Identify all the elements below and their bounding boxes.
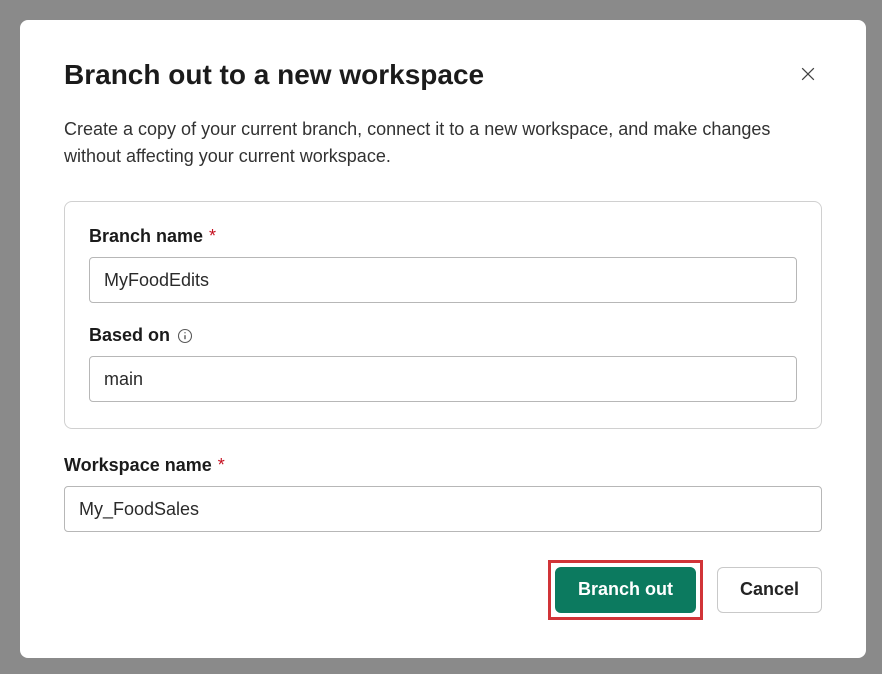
based-on-input[interactable] <box>89 356 797 402</box>
modal-description: Create a copy of your current branch, co… <box>64 116 822 172</box>
close-button[interactable] <box>794 60 822 91</box>
form-container: Branch name * Based on <box>64 201 822 429</box>
workspace-name-field: Workspace name * <box>64 455 822 532</box>
branch-out-button[interactable]: Branch out <box>555 567 696 613</box>
branch-name-field: Branch name * <box>89 226 797 303</box>
close-icon <box>798 64 818 87</box>
based-on-field: Based on <box>89 325 797 402</box>
workspace-name-label: Workspace name * <box>64 455 822 476</box>
branch-name-input[interactable] <box>89 257 797 303</box>
info-icon[interactable] <box>176 327 194 345</box>
workspace-name-label-text: Workspace name <box>64 455 212 476</box>
primary-button-highlight: Branch out <box>548 560 703 620</box>
cancel-button[interactable]: Cancel <box>717 567 822 613</box>
branch-out-modal: Branch out to a new workspace Create a c… <box>20 20 866 658</box>
required-indicator: * <box>218 455 225 476</box>
workspace-name-input[interactable] <box>64 486 822 532</box>
modal-title: Branch out to a new workspace <box>64 58 484 92</box>
modal-header: Branch out to a new workspace <box>64 58 822 92</box>
based-on-label: Based on <box>89 325 797 346</box>
button-row: Branch out Cancel <box>64 560 822 620</box>
branch-name-label-text: Branch name <box>89 226 203 247</box>
required-indicator: * <box>209 226 216 247</box>
branch-name-label: Branch name * <box>89 226 797 247</box>
based-on-label-text: Based on <box>89 325 170 346</box>
